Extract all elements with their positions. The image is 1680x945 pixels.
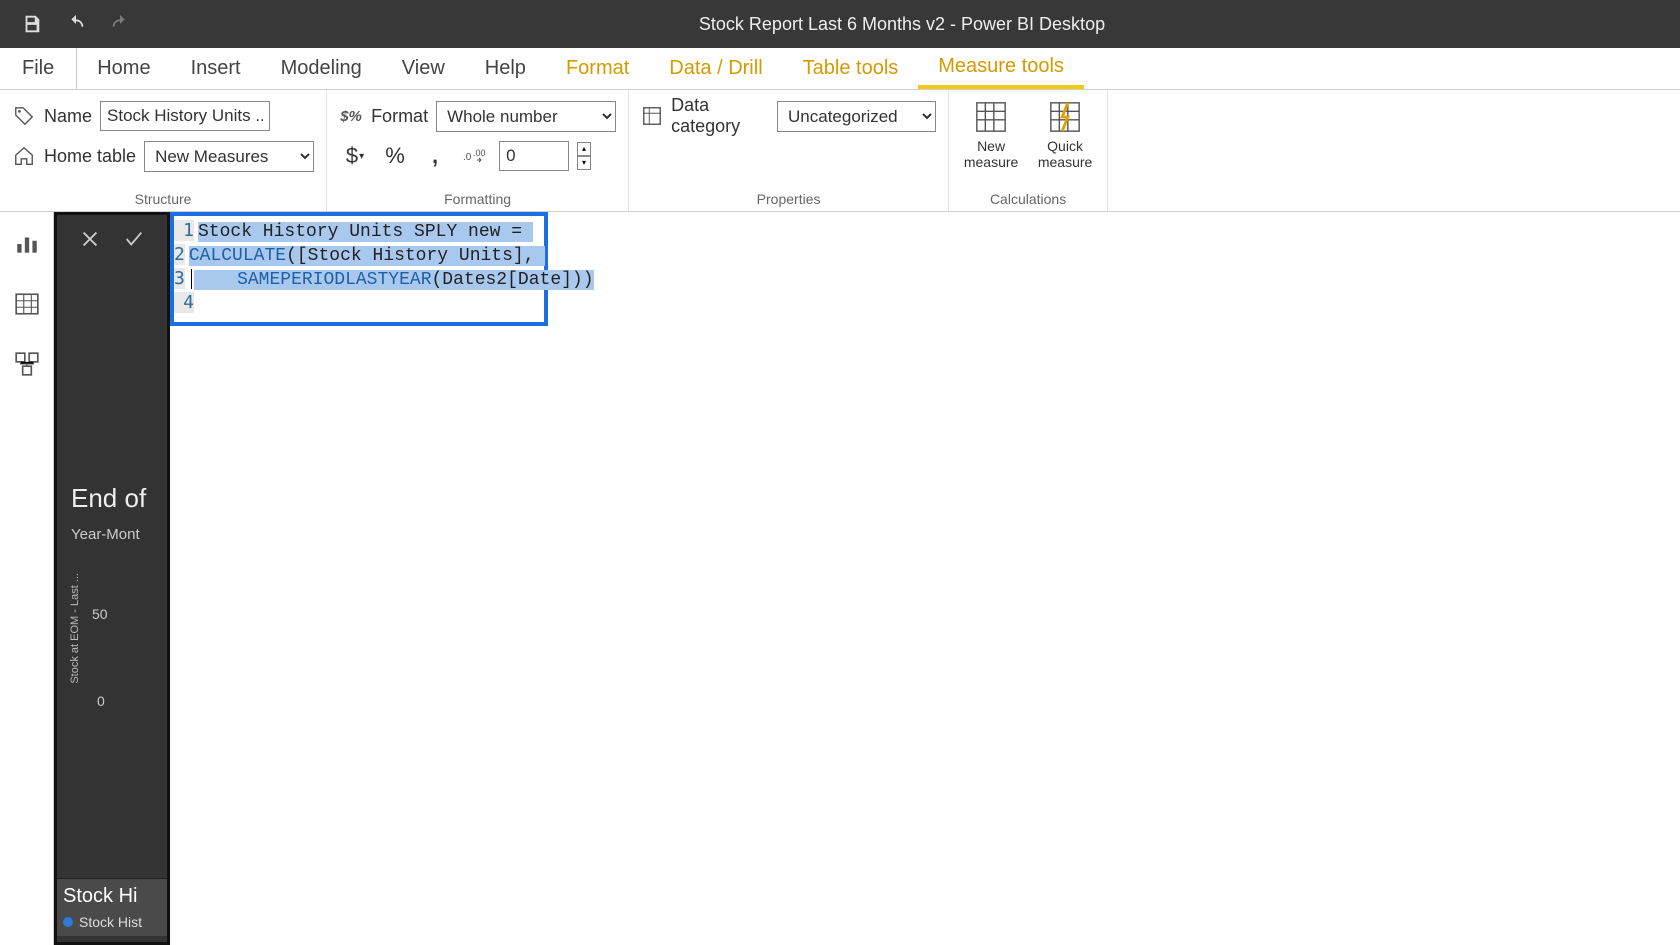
- quick-measure-label: Quick measure: [1038, 138, 1092, 170]
- tag-icon: [12, 104, 36, 128]
- data-category-label: Data category: [671, 95, 769, 137]
- line-number: 3: [174, 268, 185, 289]
- group-calculations: New measure Quick measure Calculations: [949, 90, 1108, 211]
- legend-dot-icon: [63, 917, 73, 927]
- tab-view[interactable]: View: [382, 48, 465, 89]
- thousands-button[interactable]: ,: [419, 140, 451, 172]
- save-icon[interactable]: [20, 12, 44, 36]
- tab-table-tools[interactable]: Table tools: [783, 48, 919, 89]
- group-structure: Name Home table New Measures Structure: [0, 90, 327, 211]
- undo-icon[interactable]: [64, 12, 88, 36]
- report-canvas-sliver: End of Year-Mont Stock at EOM - Last ...…: [54, 212, 170, 945]
- tab-modeling[interactable]: Modeling: [261, 48, 382, 89]
- home-table-label: Home table: [44, 146, 136, 167]
- code-line-2-rest: ([Stock History Units],: [286, 246, 545, 266]
- formula-cancel-icon[interactable]: [75, 224, 105, 254]
- tab-home[interactable]: Home: [77, 48, 170, 89]
- group-label-formatting: Formatting: [339, 191, 616, 209]
- code-indent: [194, 270, 237, 290]
- workspace: End of Year-Mont Stock at EOM - Last ...…: [0, 212, 1680, 945]
- decimals-input[interactable]: [499, 141, 569, 171]
- visual-2-title: Stock Hi: [63, 885, 161, 908]
- home-icon: [12, 144, 36, 168]
- model-view-icon[interactable]: [11, 348, 43, 380]
- line-number: 4: [174, 292, 194, 313]
- text-cursor-icon: [191, 269, 192, 289]
- category-icon: [641, 104, 663, 128]
- code-fn-calculate: CALCULATE: [189, 246, 286, 266]
- name-label: Name: [44, 106, 92, 127]
- name-input[interactable]: [100, 101, 270, 131]
- new-measure-label: New measure: [964, 138, 1018, 170]
- svg-text:.0: .0: [463, 152, 472, 163]
- tab-format[interactable]: Format: [546, 48, 649, 89]
- tab-measure-tools[interactable]: Measure tools: [918, 48, 1084, 89]
- y-tick-50: 50: [92, 606, 108, 622]
- quick-measure-button[interactable]: Quick measure: [1035, 100, 1095, 170]
- ribbon-tabs: File Home Insert Modeling View Help Form…: [0, 48, 1680, 90]
- percent-button[interactable]: %: [379, 140, 411, 172]
- quick-access-toolbar: [20, 12, 132, 36]
- titlebar: Stock Report Last 6 Months v2 - Power BI…: [0, 0, 1680, 48]
- new-measure-button[interactable]: New measure: [961, 100, 1021, 170]
- formula-bar-controls: [57, 215, 167, 263]
- format-icon: $%: [339, 104, 363, 128]
- currency-button[interactable]: $▾: [339, 140, 371, 172]
- format-label: Format: [371, 106, 428, 127]
- report-view-icon[interactable]: [11, 228, 43, 260]
- decimals-spinner[interactable]: ▴▾: [577, 142, 591, 170]
- data-category-select[interactable]: Uncategorized: [777, 101, 936, 132]
- code-line-3-rest: (Dates2[Date])): [432, 270, 594, 290]
- tab-insert[interactable]: Insert: [171, 48, 261, 89]
- home-table-select[interactable]: New Measures: [144, 141, 314, 172]
- tab-data-drill[interactable]: Data / Drill: [649, 48, 782, 89]
- y-tick-0: 0: [97, 693, 105, 709]
- window-title: Stock Report Last 6 Months v2 - Power BI…: [132, 14, 1672, 35]
- group-formatting: $% Format Whole number $▾ % , .0.00 ▴▾ F…: [327, 90, 629, 211]
- code-fn-sply: SAMEPERIODLASTYEAR: [237, 270, 431, 290]
- line-number: 2: [174, 244, 185, 265]
- view-rail: [0, 212, 54, 945]
- visual-title: End of: [71, 483, 146, 514]
- formula-editor-area: 1 Stock History Units SPLY new = 2 CALCU…: [170, 212, 1680, 945]
- tab-file[interactable]: File: [0, 48, 77, 89]
- group-label-structure: Structure: [12, 191, 314, 209]
- data-view-icon[interactable]: [11, 288, 43, 320]
- group-properties: Data category Uncategorized Properties: [629, 90, 949, 211]
- code-line-1: Stock History Units SPLY new =: [198, 222, 533, 242]
- formula-commit-icon[interactable]: [119, 224, 149, 254]
- legend-label: Stock Hist: [79, 914, 142, 930]
- svg-text:.00: .00: [473, 148, 486, 158]
- group-label-properties: Properties: [641, 191, 936, 209]
- ribbon-body: Name Home table New Measures Structure $…: [0, 90, 1680, 212]
- line-number: 1: [174, 220, 194, 241]
- y-axis-label: Stock at EOM - Last ...: [69, 573, 81, 684]
- format-select[interactable]: Whole number: [436, 101, 616, 132]
- formula-editor[interactable]: 1 Stock History Units SPLY new = 2 CALCU…: [170, 212, 548, 326]
- redo-icon[interactable]: [108, 12, 132, 36]
- visual-axis-legend: Year-Mont: [71, 526, 146, 543]
- group-label-calculations: Calculations: [961, 191, 1095, 209]
- visual-2: Stock Hi Stock Hist: [57, 878, 167, 936]
- tab-help[interactable]: Help: [465, 48, 546, 89]
- decimal-icon[interactable]: .0.00: [459, 140, 491, 172]
